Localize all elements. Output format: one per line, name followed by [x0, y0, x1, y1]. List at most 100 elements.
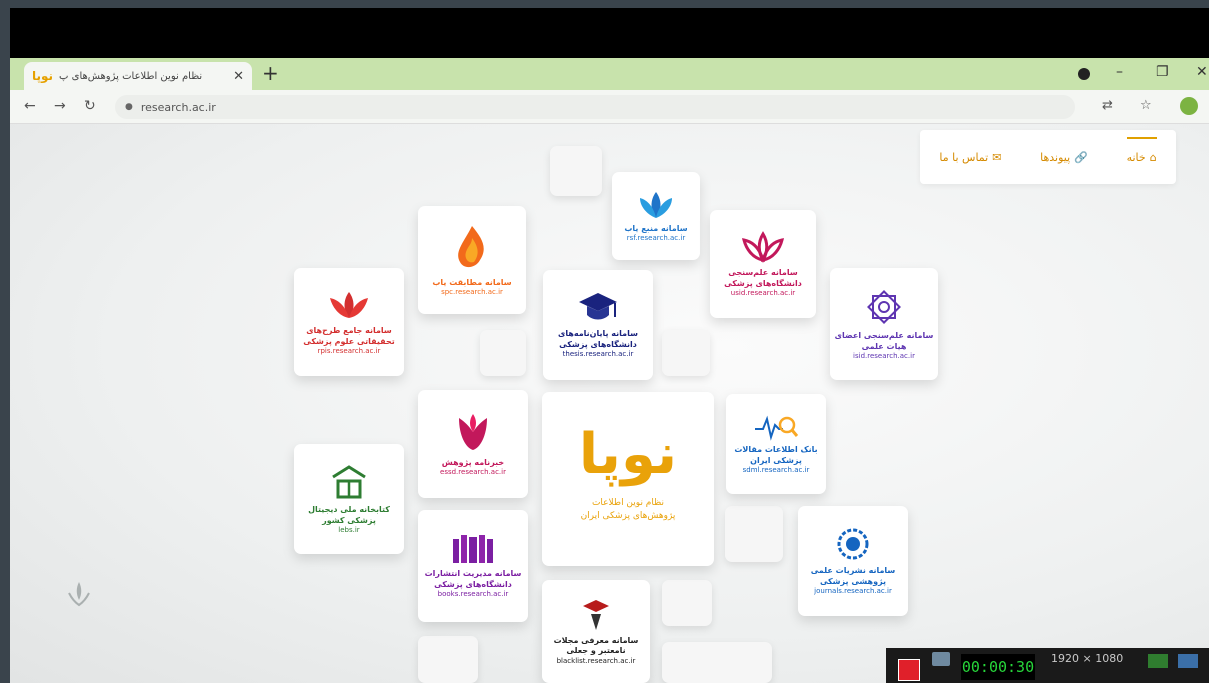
nopa-subtitle-line1: نظام نوین اطلاعات [591, 497, 665, 508]
card-url: spc.research.ac.ir [441, 288, 503, 296]
recording-timer: 00:00:30 [961, 654, 1035, 680]
lotus-outline-icon [740, 230, 786, 264]
pen-nib-cap-icon [581, 598, 611, 632]
favicon-icon: نوپا [32, 69, 54, 83]
card-title: خبرنامه پژوهش [441, 457, 505, 467]
card-usid[interactable]: سامانه علم‌سنجی دانشگاه‌های پزشکی usid.r… [710, 210, 816, 318]
card-spc[interactable]: سامانه مطابقت یاب spc.research.ac.ir [418, 206, 526, 314]
card-books[interactable]: سامانه مدیریت انتشارات دانشگاه‌های پزشکی… [418, 510, 528, 622]
card-url: essd.research.ac.ir [440, 468, 506, 476]
nav-links[interactable]: 🔗 پیوندها [1040, 151, 1088, 164]
card-url: isid.research.ac.ir [853, 352, 915, 361]
card-url: lebs.ir [338, 526, 360, 535]
card-thesis[interactable]: سامانه پایان‌نامه‌های دانشگاه‌های پزشکی … [543, 270, 653, 380]
library-book-icon [330, 463, 368, 501]
card-essd[interactable]: خبرنامه پژوهش essd.research.ac.ir [418, 390, 528, 498]
card-title: سامانه منبع یاب [624, 223, 688, 233]
card-title: سامانه علم‌سنجی اعضای هیات علمی [834, 331, 934, 351]
emblem-icon [835, 526, 871, 562]
lock-icon: ● [125, 102, 133, 112]
card-title: سامانه مدیریت انتشارات دانشگاه‌های پزشکی [424, 569, 522, 589]
decorative-tile [418, 636, 478, 683]
card-url: books.research.ac.ir [437, 590, 509, 599]
decorative-tile [662, 330, 710, 376]
screen-top-bar [10, 8, 1209, 58]
tab-title: نظام نوین اطلاعات پژوهش‌های پ [59, 70, 203, 82]
stop-record-button[interactable] [898, 659, 920, 681]
nopa-logo: نوپا [578, 421, 678, 487]
nav-links-label: پیوندها [1040, 150, 1071, 164]
screen-recorder-panel: 00:00:30 1920 × 1080 [886, 648, 1209, 683]
address-bar: ← → ↻ ● research.ac.ir ⇄ ☆ [10, 90, 1209, 124]
flame-icon [450, 224, 494, 274]
bookmark-star-icon[interactable]: ☆ [1140, 98, 1152, 113]
decorative-tile [480, 330, 526, 376]
nav-contact-label: تماس با ما [939, 150, 989, 164]
window-frame-left [0, 0, 10, 683]
close-window-button[interactable]: ✕ [1196, 64, 1208, 80]
card-title: سامانه پایان‌نامه‌های دانشگاه‌های پزشکی [557, 329, 638, 349]
card-title: سامانه جامع طرح‌های تحقیقاتی علوم پزشکی [303, 326, 395, 346]
nav-home-label: خانه [1126, 150, 1146, 164]
card-title: سامانه مطابقت یاب [432, 277, 512, 287]
recording-icon[interactable] [1078, 68, 1090, 80]
search-pulse-icon [753, 413, 799, 442]
translate-icon[interactable]: ⇄ [1102, 98, 1113, 113]
url-text: research.ac.ir [140, 100, 216, 114]
decorative-tile [662, 642, 772, 683]
card-sdml[interactable]: بانک اطلاعات مقالات پزشکی ایران sdml.res… [726, 394, 826, 494]
nav-contact[interactable]: ✉ تماس با ما [939, 151, 1001, 164]
card-title: سامانه علم‌سنجی دانشگاه‌های پزشکی [724, 268, 802, 288]
card-title: بانک اطلاعات مقالات پزشکی ایران [734, 445, 818, 465]
recording-resolution: 1920 × 1080 [1051, 652, 1124, 665]
card-blacklist[interactable]: سامانه معرفی مجلات نامعتبر و جعلی blackl… [542, 580, 650, 683]
card-url: usid.research.ac.ir [730, 289, 796, 298]
card-nopa-main[interactable]: نوپا نظام نوین اطلاعات پژوهش‌های پزشکی ا… [542, 392, 714, 566]
card-url: journals.research.ac.ir [814, 587, 892, 596]
tab-strip: نوپا نظام نوین اطلاعات پژوهش‌های پ ✕ + –… [10, 58, 1209, 90]
card-digital-library[interactable]: کتابخانه ملی دیجیتال پزشکی کشور lebs.ir [294, 444, 404, 554]
card-rpis[interactable]: سامانه جامع طرح‌های تحقیقاتی علوم پزشکی … [294, 268, 404, 376]
minimize-button[interactable]: – [1116, 64, 1123, 80]
decorative-tile [662, 580, 712, 626]
graduation-cap-icon [577, 291, 619, 325]
nav-home[interactable]: ⌂ خانه [1126, 136, 1157, 164]
restore-button[interactable]: ❐ [1156, 64, 1169, 80]
card-url: rpis.research.ac.ir [317, 347, 381, 356]
camera-icon[interactable] [932, 652, 950, 666]
recorder-option-icon[interactable] [1148, 654, 1168, 668]
tulip-icon [454, 412, 492, 454]
page-content: ⌂ خانه 🔗 پیوندها ✉ تماس با ما سامانه منب… [10, 124, 1209, 683]
top-navigation: ⌂ خانه 🔗 پیوندها ✉ تماس با ما [920, 130, 1176, 184]
card-rsf[interactable]: سامانه منبع یاب rsf.research.ac.ir [612, 172, 700, 260]
card-title: سامانه معرفی مجلات نامعتبر و جعلی [553, 635, 639, 656]
decorative-tile [550, 146, 602, 196]
window-frame-top [0, 0, 1209, 8]
decorative-tile [725, 506, 783, 562]
card-journals[interactable]: سامانه نشریات علمی پژوهشی پزشکی journals… [798, 506, 908, 616]
profile-avatar[interactable] [1180, 97, 1198, 115]
reload-icon[interactable]: ↻ [84, 98, 96, 114]
browser-tab[interactable]: نوپا نظام نوین اطلاعات پژوهش‌های پ ✕ [24, 62, 252, 90]
tab-close-button[interactable]: ✕ [233, 69, 244, 84]
card-isid[interactable]: سامانه علم‌سنجی اعضای هیات علمی isid.res… [830, 268, 938, 380]
card-url: blacklist.research.ac.ir [556, 656, 636, 665]
back-icon[interactable]: ← [24, 98, 36, 114]
card-title: کتابخانه ملی دیجیتال پزشکی کشور [308, 505, 390, 525]
card-title: سامانه نشریات علمی پژوهشی پزشکی [810, 566, 896, 586]
nopa-subtitle-line2: پژوهش‌های پزشکی ایران [580, 511, 676, 521]
card-url: thesis.research.ac.ir [562, 350, 634, 359]
recorder-option-icon[interactable] [1178, 654, 1198, 668]
link-icon: 🔗 [1074, 150, 1088, 164]
lotus-icon [636, 190, 676, 220]
books-icon [451, 533, 495, 565]
home-icon: ⌂ [1149, 150, 1157, 164]
ministry-emblem-logo [24, 579, 134, 683]
geometric-star-icon [864, 287, 904, 327]
url-input[interactable]: ● research.ac.ir [115, 95, 1075, 119]
card-url: rsf.research.ac.ir [626, 234, 686, 242]
card-url: sdml.research.ac.ir [742, 466, 810, 475]
lotus-red-icon [326, 288, 372, 322]
forward-icon[interactable]: → [54, 98, 66, 114]
new-tab-button[interactable]: + [262, 61, 279, 85]
